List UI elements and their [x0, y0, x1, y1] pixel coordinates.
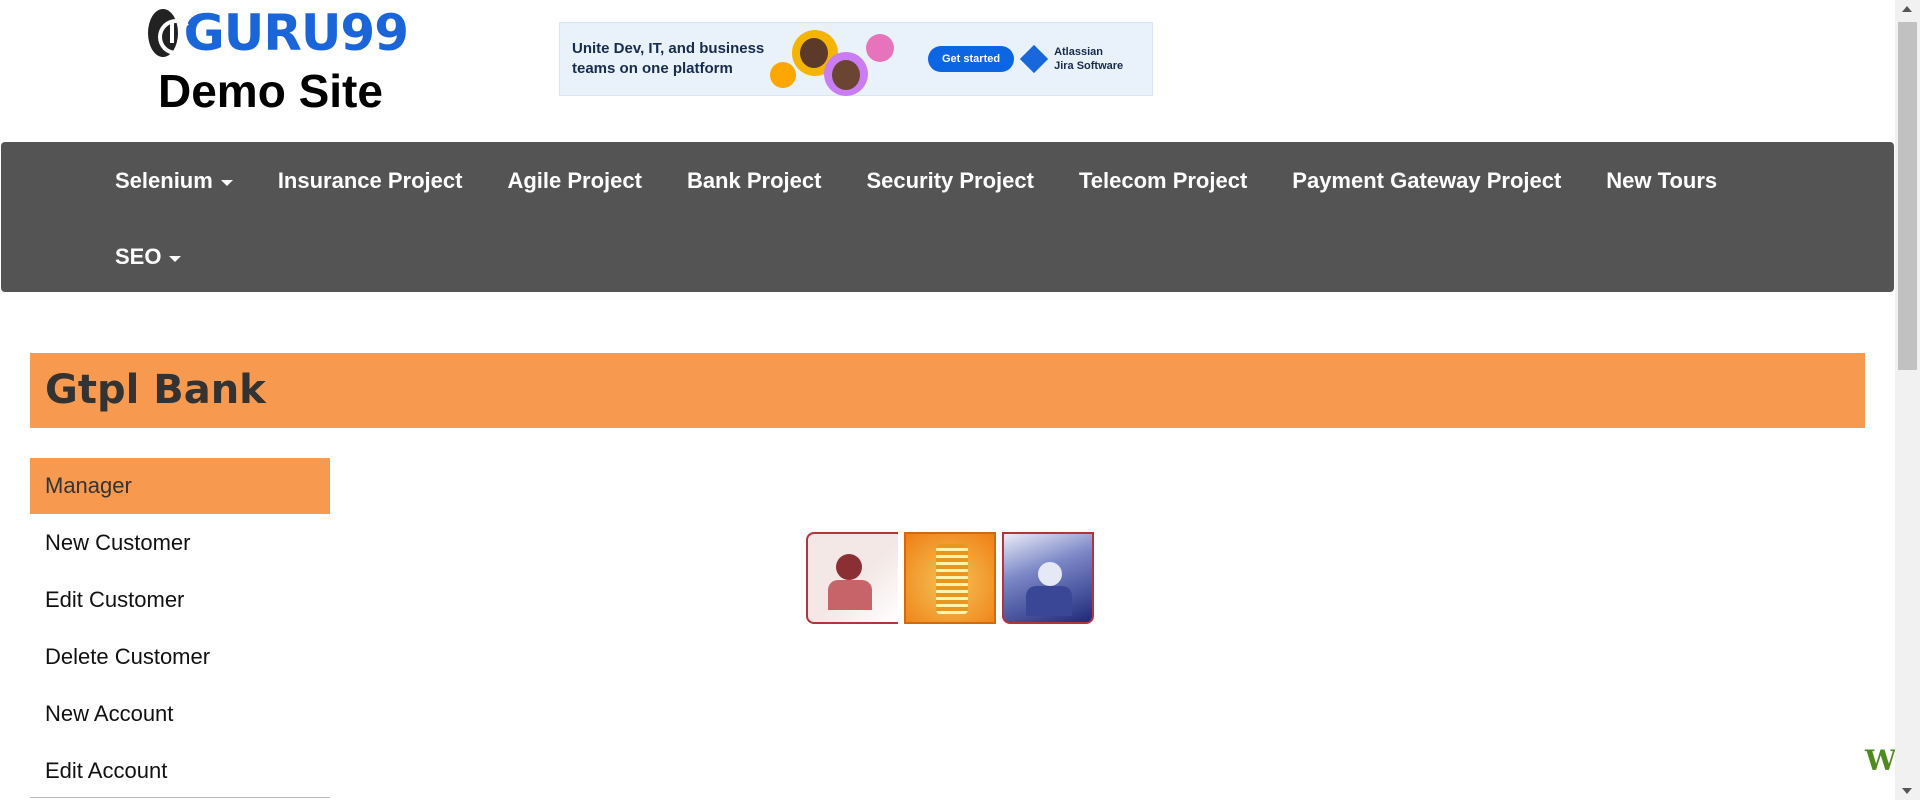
bank-banner-images [806, 532, 1094, 624]
nav-item-security-project[interactable]: Security Project [866, 156, 1034, 206]
nav-item-agile-project[interactable]: Agile Project [507, 156, 641, 206]
logo-brand-text: GURU99 [183, 4, 409, 62]
nav-item-label: SEO [115, 244, 162, 269]
sidebar-item-new-account[interactable]: New Account [30, 685, 330, 742]
sidebar-item-manager[interactable]: Manager [30, 458, 330, 514]
sidebar-divider [30, 797, 330, 798]
ad-get-started-button[interactable]: Get started [928, 46, 1015, 72]
nav-item-seo[interactable]: SEO [115, 232, 182, 282]
vertical-scrollbar[interactable] [1895, 0, 1920, 800]
nav-item-new-tours[interactable]: New Tours [1606, 156, 1717, 206]
site-logo[interactable]: GURU99 Demo Site [148, 4, 409, 117]
scroll-up-arrow-icon[interactable] [1902, 6, 1912, 12]
customer-photo-image [1002, 532, 1094, 624]
ad-headline: Unite Dev, IT, and business teams on one… [572, 40, 765, 77]
sidebar-item-delete-customer[interactable]: Delete Customer [30, 628, 330, 685]
navbar-row-1: Selenium Insurance Project Agile Project… [115, 156, 1762, 206]
caret-down-icon [220, 179, 233, 186]
caret-down-icon [169, 255, 182, 262]
ad-brand-line2: Jira Software [1054, 60, 1124, 72]
scrollbar-thumb[interactable] [1898, 22, 1917, 370]
ad-people-illustration [770, 22, 920, 96]
ad-brand: Atlassian Jira Software [1019, 44, 1124, 74]
main-navbar: Selenium Insurance Project Agile Project… [1, 142, 1894, 292]
bank-header-bar: Gtpl Bank [30, 353, 1865, 428]
bank-title: Gtpl Bank [45, 367, 266, 413]
ad-brand-line1: Atlassian [1054, 46, 1103, 58]
banker-photo-image [806, 532, 898, 624]
navbar-row-2: SEO [115, 232, 226, 282]
nav-item-payment-gateway-project[interactable]: Payment Gateway Project [1292, 156, 1561, 206]
demo-site-title: Demo Site [158, 65, 383, 117]
nav-item-bank-project[interactable]: Bank Project [687, 156, 822, 206]
sidebar-item-new-customer[interactable]: New Customer [30, 514, 330, 571]
manager-sidebar-menu: Manager New Customer Edit Customer Delet… [30, 458, 330, 799]
sidebar-item-edit-customer[interactable]: Edit Customer [30, 571, 330, 628]
nav-item-selenium[interactable]: Selenium [115, 156, 233, 206]
coins-photo-image [904, 532, 996, 624]
nav-item-label: Selenium [115, 168, 213, 193]
corner-w-icon[interactable]: W [1865, 744, 1896, 777]
nav-item-insurance-project[interactable]: Insurance Project [278, 156, 463, 206]
scroll-down-arrow-icon[interactable] [1902, 788, 1912, 794]
guru99-logo-icon [148, 9, 194, 57]
nav-item-telecom-project[interactable]: Telecom Project [1079, 156, 1247, 206]
jira-diamond-icon [1019, 44, 1049, 74]
sidebar-item-edit-account[interactable]: Edit Account [30, 742, 330, 799]
ad-banner[interactable]: Unite Dev, IT, and business teams on one… [559, 22, 1153, 96]
